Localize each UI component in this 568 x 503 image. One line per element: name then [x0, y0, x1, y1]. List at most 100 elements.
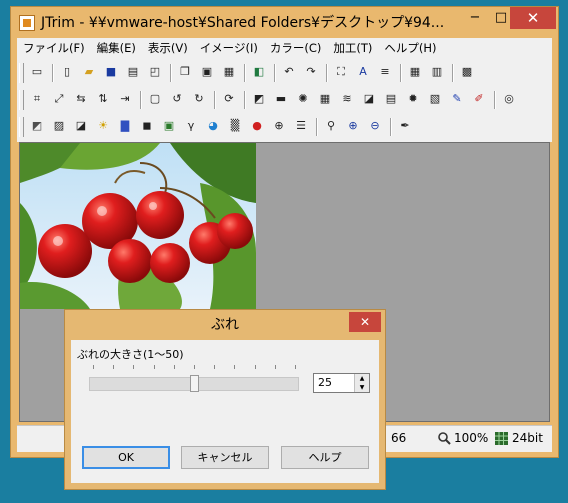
slider-tick — [214, 365, 215, 369]
filmstrip-icon[interactable]: ▥ — [429, 64, 445, 80]
stripe-icon[interactable]: ≡ — [377, 64, 393, 80]
close-button[interactable]: ✕ — [510, 7, 556, 29]
xor-icon[interactable]: ⊕ — [271, 118, 287, 134]
blur-dialog: ぶれ ✕ ぶれの大きさ(1〜50) 25 ▲ ▼ OK キャンセル ヘルプ — [64, 309, 386, 490]
highlight-icon[interactable]: ✐ — [471, 91, 487, 107]
minimize-button[interactable]: − — [463, 7, 487, 29]
eyedropper-icon[interactable]: ✒ — [397, 118, 413, 134]
slider-tick — [133, 365, 134, 369]
text-icon[interactable]: A — [355, 64, 371, 80]
slider-tick — [234, 365, 235, 369]
status-color-depth: 24bit — [495, 431, 543, 445]
slider-thumb[interactable] — [190, 375, 199, 392]
slider-tick — [154, 365, 155, 369]
magnifier-icon — [438, 432, 451, 445]
menu-view[interactable]: 表示(V) — [142, 38, 194, 58]
toolbar-separator — [140, 91, 142, 109]
app-icon[interactable] — [19, 15, 35, 31]
histogram-icon[interactable]: ▇ — [117, 118, 133, 134]
save-icon[interactable]: ■ — [103, 64, 119, 80]
move-icon[interactable]: ⇥ — [117, 91, 133, 107]
copy-icon[interactable]: ❐ — [177, 64, 193, 80]
open-folder-icon[interactable]: ▰ — [81, 64, 97, 80]
new-file-icon[interactable]: ▯ — [59, 64, 75, 80]
print-preview-icon[interactable]: ◰ — [147, 64, 163, 80]
toolbar-grip[interactable] — [19, 90, 24, 110]
noise-icon[interactable]: ▒ — [227, 118, 243, 134]
zoom-in-icon[interactable]: ⊕ — [345, 118, 361, 134]
crop-icon[interactable]: ⌗ — [29, 91, 45, 107]
menu-image[interactable]: イメージ(I) — [194, 38, 264, 58]
ok-button[interactable]: OK — [82, 446, 170, 469]
undo-icon[interactable]: ↶ — [281, 64, 297, 80]
blur-size-value[interactable]: 25 — [318, 376, 332, 389]
flip-horizontal-icon[interactable]: ⇆ — [73, 91, 89, 107]
shadow-icon[interactable]: ◩ — [251, 91, 267, 107]
blur-size-spinbox[interactable]: 25 ▲ ▼ — [313, 373, 370, 393]
palette-grid-icon[interactable]: ▩ — [459, 64, 475, 80]
title-bar[interactable]: JTrim - ¥¥vmware-host¥Shared Folders¥デスク… — [11, 7, 558, 37]
toolbar-separator — [214, 91, 216, 109]
toolbar-grip[interactable] — [19, 117, 24, 137]
frame-icon[interactable]: ▢ — [147, 91, 163, 107]
burst-icon[interactable]: ✹ — [405, 91, 421, 107]
fit-window-icon[interactable]: ⛶ — [333, 64, 349, 80]
menu-bar: ファイル(F) 編集(E) 表示(V) イメージ(I) カラー(C) 加工(T) ヘルプ(H… — [17, 38, 552, 58]
levels-icon[interactable]: ◼ — [139, 118, 155, 134]
cancel-button[interactable]: キャンセル — [181, 446, 269, 469]
toolbar-separator — [400, 64, 402, 82]
help-button[interactable]: ヘルプ — [281, 446, 369, 469]
menu-process[interactable]: 加工(T) — [327, 38, 378, 58]
menu-help[interactable]: ヘルプ(H) — [378, 38, 442, 58]
new-window-icon[interactable]: ▭ — [29, 64, 45, 80]
color-grid-icon — [495, 431, 508, 445]
paste-icon[interactable]: ▣ — [199, 64, 215, 80]
paste-new-icon[interactable]: ▦ — [221, 64, 237, 80]
rotate-right-90-icon[interactable]: ↻ — [191, 91, 207, 107]
menu-color[interactable]: カラー(C) — [264, 38, 328, 58]
scanline-icon[interactable]: ☰ — [293, 118, 309, 134]
dialog-close-button[interactable]: ✕ — [349, 312, 381, 332]
toolbar-row-3: ◩ ▨ ◪ ☀ ▇ ◼ ▣ γ ◕ ▒ ● ⊕ ☰ ⚲ ⊕ ⊖ ✒ — [19, 114, 549, 140]
menu-file[interactable]: ファイル(F) — [17, 38, 91, 58]
redo-icon[interactable]: ↷ — [303, 64, 319, 80]
menu-edit[interactable]: 編集(E) — [91, 38, 142, 58]
print-icon[interactable]: ▤ — [125, 64, 141, 80]
color-wheel-icon[interactable]: ◕ — [205, 118, 221, 134]
wave-icon[interactable]: ≋ — [339, 91, 355, 107]
rotate-left-90-icon[interactable]: ↺ — [169, 91, 185, 107]
blur-size-slider[interactable] — [89, 375, 299, 392]
spin-up-icon[interactable]: ▲ — [355, 374, 369, 383]
sun-icon[interactable]: ☀ — [95, 118, 111, 134]
flip-vertical-icon[interactable]: ⇅ — [95, 91, 111, 107]
grid-view-icon[interactable]: ▦ — [407, 64, 423, 80]
mosaic-icon[interactable]: ▦ — [317, 91, 333, 107]
brick-icon[interactable]: ▤ — [383, 91, 399, 107]
zoom-menu-icon[interactable]: ⚲ — [323, 118, 339, 134]
gradient-icon[interactable]: ◩ — [29, 118, 45, 134]
rgb-icon[interactable]: ● — [249, 118, 265, 134]
toolbar-separator — [52, 64, 54, 82]
slider-tick — [194, 365, 195, 369]
toolbar-grip[interactable] — [19, 63, 24, 83]
spin-down-icon[interactable]: ▼ — [355, 383, 369, 392]
emboss-icon[interactable]: ◪ — [361, 91, 377, 107]
toolbar-separator — [452, 64, 454, 82]
rotate-free-icon[interactable]: ⟳ — [221, 91, 237, 107]
depth-value: 24bit — [512, 431, 543, 445]
gamma-icon[interactable]: γ — [183, 118, 199, 134]
spiral-icon[interactable]: ◎ — [501, 91, 517, 107]
flat-button-icon[interactable]: ▬ — [273, 91, 289, 107]
dialog-title[interactable]: ぶれ — [65, 310, 385, 340]
toolbar-row-2: ⌗ ⤢ ⇆ ⇅ ⇥ ▢ ↺ ↻ ⟳ ◩ ▬ ✺ ▦ ≋ ◪ ▤ ✹ ▧ ✎ ✐ ◎ — [19, 87, 549, 113]
sparkle-icon[interactable]: ✺ — [295, 91, 311, 107]
zoom-out-icon[interactable]: ⊖ — [367, 118, 383, 134]
resize-icon[interactable]: ⤢ — [51, 91, 67, 107]
toolbar-separator — [170, 64, 172, 82]
picture-icon[interactable]: ▣ — [161, 118, 177, 134]
capture-icon[interactable]: ◧ — [251, 64, 267, 80]
contrast-icon[interactable]: ◪ — [73, 118, 89, 134]
pen-icon[interactable]: ✎ — [449, 91, 465, 107]
tile-icon[interactable]: ▧ — [427, 91, 443, 107]
sepia-icon[interactable]: ▨ — [51, 118, 67, 134]
